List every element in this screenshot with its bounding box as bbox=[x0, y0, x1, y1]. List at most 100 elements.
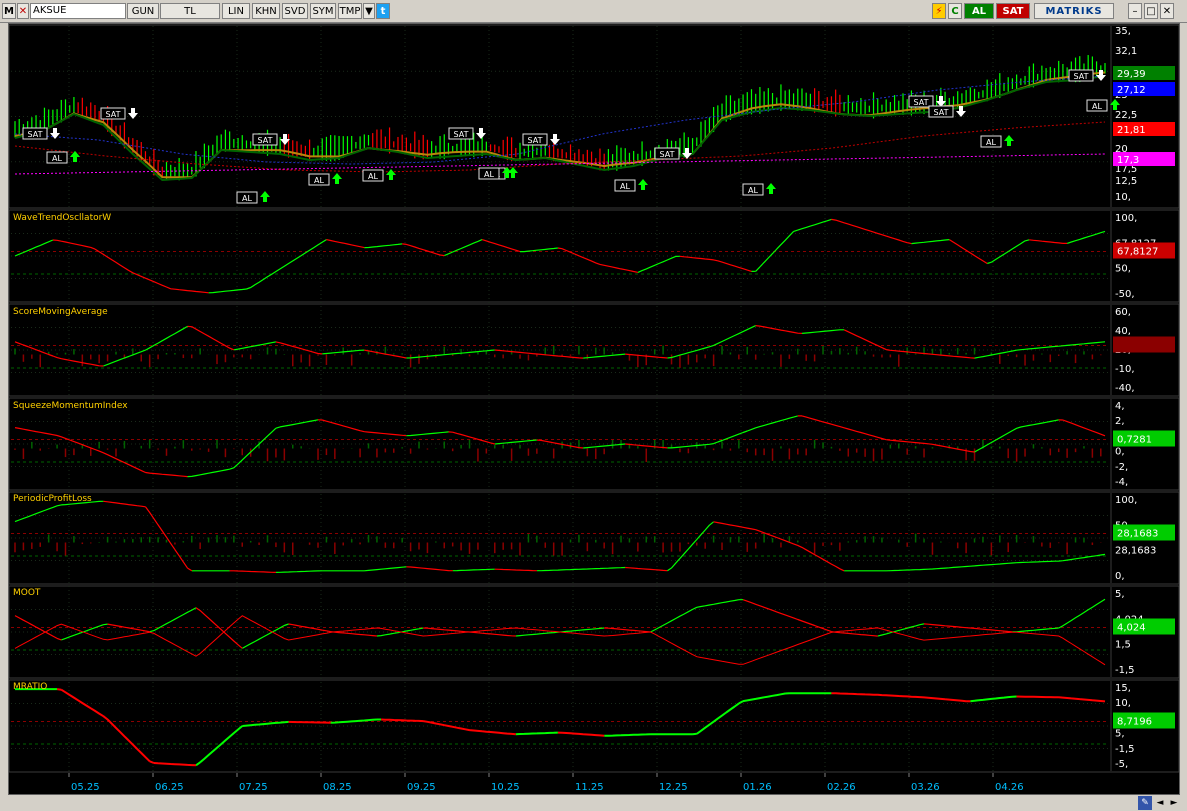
signal-text: SAT bbox=[258, 136, 273, 145]
buy-signal-label: AL bbox=[614, 179, 648, 192]
indicator-scale-label: -4, bbox=[1115, 477, 1128, 488]
period-button-tmp[interactable]: TMP bbox=[338, 3, 362, 19]
indicator-title-score-ma[interactable]: ScoreMovingAverage bbox=[13, 307, 108, 317]
indicator-scale-label: 5, bbox=[1115, 729, 1125, 740]
indicator-title-mratio[interactable]: MRATIO bbox=[13, 682, 47, 692]
period-button-lin[interactable]: LIN bbox=[222, 3, 250, 19]
refresh-button[interactable]: C bbox=[948, 3, 962, 19]
x-axis-label: 11.25 bbox=[575, 782, 604, 793]
matriks-logo: MATRIKS bbox=[1034, 3, 1114, 19]
close-symbol-icon[interactable]: ✕ bbox=[17, 3, 29, 19]
price-badge-text: 17,3 bbox=[1117, 155, 1139, 166]
logo-button[interactable]: M bbox=[2, 3, 16, 19]
indicator-line-up bbox=[15, 688, 1017, 767]
lightning-icon[interactable]: ⚡ bbox=[932, 3, 946, 19]
indicator-title-moot[interactable]: MOOT bbox=[13, 588, 40, 598]
period-button-sym[interactable]: SYM bbox=[310, 3, 336, 19]
sell-arrow-icon bbox=[476, 128, 486, 139]
indicator-title-squeeze[interactable]: SqueezeMomentumIndex bbox=[13, 401, 128, 411]
indicator-line-up bbox=[187, 415, 1059, 478]
signal-text: AL bbox=[986, 138, 996, 147]
indicator-scale-label: -10, bbox=[1115, 364, 1135, 375]
signal-text: SAT bbox=[660, 150, 675, 159]
sell-signal-label: SAT bbox=[928, 105, 966, 118]
sell-arrow-icon bbox=[550, 134, 560, 145]
signal-text: SAT bbox=[454, 130, 469, 139]
signal-text: AL bbox=[52, 154, 62, 163]
signal-text: AL bbox=[620, 182, 630, 191]
sell-signal-label: SAT bbox=[252, 133, 290, 146]
sell-signal-label: SAT bbox=[448, 127, 486, 140]
signal-text: SAT bbox=[28, 130, 43, 139]
sell-signal-label: SAT bbox=[908, 95, 946, 108]
period-button-khn[interactable]: KHN bbox=[252, 3, 280, 19]
indicator-scale-label: 0, bbox=[1115, 571, 1125, 582]
indicator-scale-label: 0, bbox=[1115, 447, 1125, 458]
scroll-left-icon[interactable]: ◄ bbox=[1154, 797, 1166, 809]
signal-text: SAT bbox=[528, 136, 543, 145]
signal-text: SAT bbox=[106, 110, 121, 119]
price-badge-text: 21,81 bbox=[1117, 125, 1146, 136]
indicator-value-text: 28,1683 bbox=[1117, 529, 1158, 540]
scroll-right-icon[interactable]: ► bbox=[1168, 797, 1180, 809]
indicator-scale-label: -5, bbox=[1115, 759, 1128, 770]
buy-signal-label: AL bbox=[478, 167, 512, 180]
signal-text: AL bbox=[1092, 102, 1102, 111]
signal-text: AL bbox=[242, 194, 252, 203]
sell-signal-label: SAT bbox=[522, 133, 560, 146]
signal-text: SAT bbox=[914, 98, 929, 107]
x-axis-label: 07.25 bbox=[239, 782, 268, 793]
signal-text: AL bbox=[314, 176, 324, 185]
price-scale-label: 22,5 bbox=[1115, 110, 1137, 121]
chart-settings-icon[interactable]: ✎ bbox=[1138, 796, 1152, 810]
indicator-scale-label: 10, bbox=[1115, 698, 1131, 709]
indicator-scale-label: -50, bbox=[1115, 289, 1135, 300]
indicator-value-text: 8,7196 bbox=[1117, 717, 1152, 728]
indicator-scale-label: 2, bbox=[1115, 416, 1125, 427]
symbol-input[interactable]: AKSUE bbox=[30, 3, 126, 19]
chart-svg[interactable]: SAT AL SAT AL SAT AL AL SAT AL SAT AL SAT AL AL SAT SAT… bbox=[9, 24, 1179, 794]
buy-signal-label: AL bbox=[46, 151, 80, 164]
close-icon[interactable]: ✕ bbox=[1160, 3, 1174, 19]
indicator-scale-label: -2, bbox=[1115, 462, 1128, 473]
signal-text: SAT bbox=[1074, 72, 1089, 81]
indicator-scale-label: 100, bbox=[1115, 213, 1137, 224]
x-axis-label: 08.25 bbox=[323, 782, 352, 793]
period-button-tl[interactable]: TL bbox=[160, 3, 220, 19]
indicator-scale-label: 4, bbox=[1115, 401, 1125, 412]
indicator-value-text: 67,8127 bbox=[1117, 247, 1158, 258]
price-scale-label: 35, bbox=[1115, 26, 1131, 37]
x-axis-label: 09.25 bbox=[407, 782, 436, 793]
maximize-icon[interactable]: □ bbox=[1144, 3, 1158, 19]
indicator-scale-label: -40, bbox=[1115, 383, 1135, 394]
buy-arrow-icon bbox=[638, 179, 648, 190]
minimize-icon[interactable]: – bbox=[1128, 3, 1142, 19]
buy-signal-label: AL bbox=[308, 173, 342, 186]
indicator-scale-label: 28,1683 bbox=[1115, 546, 1156, 557]
price-badge-text: 27,12 bbox=[1117, 85, 1146, 96]
indicator-title-periodic-pl[interactable]: PeriodicProfitLoss bbox=[13, 494, 92, 504]
x-axis-label: 02.26 bbox=[827, 782, 856, 793]
buy-button[interactable]: AL bbox=[964, 3, 994, 19]
sell-button[interactable]: SAT bbox=[996, 3, 1030, 19]
x-axis-label: 05.25 bbox=[71, 782, 100, 793]
price-scale-label: 32,1 bbox=[1115, 46, 1137, 57]
sell-signal-label: SAT bbox=[654, 147, 692, 160]
dropdown-icon[interactable]: ▼ bbox=[363, 3, 375, 19]
indicator-line-down bbox=[14, 325, 975, 367]
indicator-value-text: 0,7281 bbox=[1117, 435, 1152, 446]
buy-signal-label: AL bbox=[236, 191, 270, 204]
status-bar: ◄ ► ✎ bbox=[0, 796, 1187, 811]
indicator-line-up bbox=[61, 598, 1106, 649]
signal-text: AL bbox=[484, 170, 494, 179]
indicator-scale-label: -1,5 bbox=[1115, 744, 1135, 755]
period-button-gun[interactable]: GUN bbox=[127, 3, 159, 19]
trend-line-magenta bbox=[14, 153, 1106, 175]
indicator-title-wavetrend[interactable]: WaveTrendOscllatorW bbox=[13, 213, 111, 223]
sell-signal-label: SAT bbox=[100, 107, 138, 120]
period-button-svd[interactable]: SVD bbox=[282, 3, 308, 19]
indicator-line-down bbox=[14, 599, 1013, 649]
indicator-line-down bbox=[14, 415, 1106, 478]
trend-line-blue bbox=[14, 75, 1106, 165]
twitter-icon[interactable]: t bbox=[376, 3, 390, 19]
